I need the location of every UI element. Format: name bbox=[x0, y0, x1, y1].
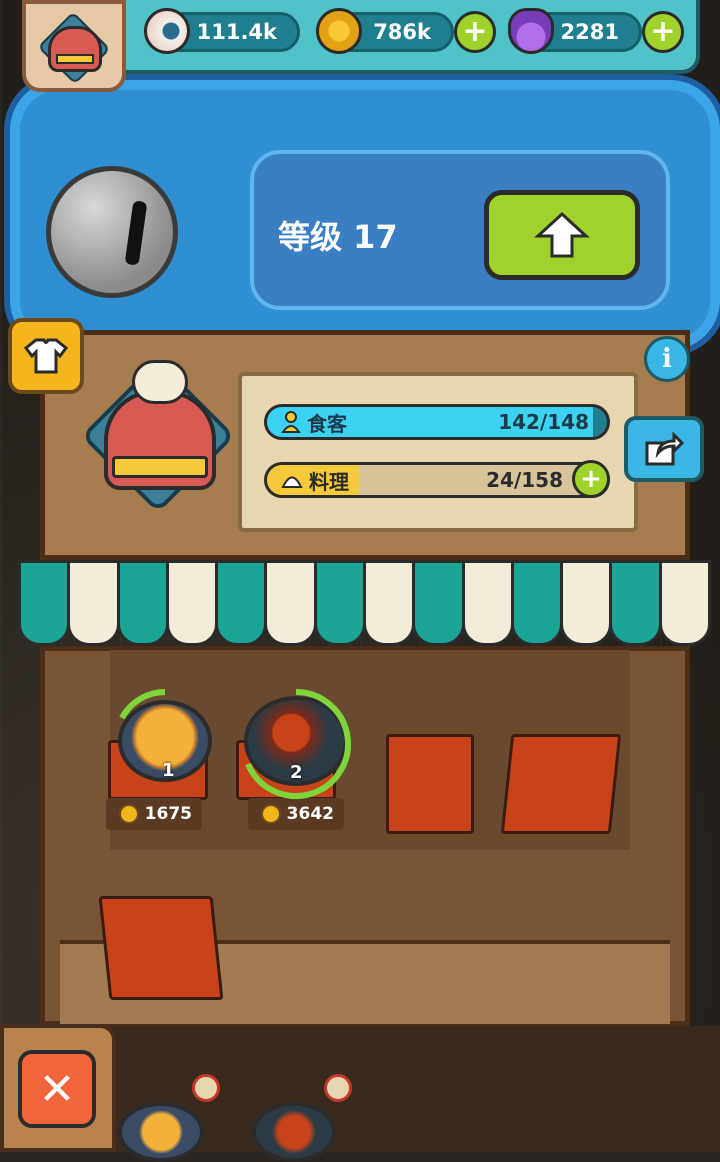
potions-value: 2281 bbox=[560, 20, 619, 44]
dish-price: 3642 bbox=[286, 804, 334, 824]
chef-hat bbox=[132, 360, 188, 404]
eyeball-icon bbox=[144, 8, 190, 54]
stats-board bbox=[238, 372, 638, 532]
outfit-button[interactable] bbox=[8, 318, 84, 394]
mirror-icon bbox=[46, 166, 178, 298]
customers-label: 食客 bbox=[307, 411, 347, 436]
customers-value: 142/148 bbox=[498, 410, 589, 434]
coin-icon bbox=[118, 804, 139, 824]
tray-dish-seafood[interactable] bbox=[252, 1102, 336, 1162]
dish-price-tag: 3642 bbox=[248, 798, 344, 830]
coins-value: 786k bbox=[373, 20, 431, 44]
eyes-value: 111.4k bbox=[196, 20, 277, 44]
tray-dish-pie[interactable] bbox=[118, 1102, 204, 1162]
coin-icon bbox=[260, 804, 281, 824]
close-button[interactable]: ✕ bbox=[18, 1050, 96, 1128]
dishes-label: 料理 bbox=[309, 469, 349, 494]
potion-icon bbox=[508, 8, 554, 54]
person-icon bbox=[281, 411, 301, 433]
info-button[interactable]: i bbox=[644, 336, 690, 382]
dish-price-tag: 1675 bbox=[106, 798, 202, 830]
dishes-bar: 料理 24/158 bbox=[264, 462, 610, 498]
shirt-icon bbox=[24, 338, 68, 374]
arrow-up-icon bbox=[534, 211, 590, 258]
empty-slot-mat[interactable] bbox=[98, 896, 224, 1000]
dish-price: 1675 bbox=[144, 804, 192, 824]
awning bbox=[18, 560, 711, 650]
plus-icon: + bbox=[650, 14, 676, 49]
dumpling-icon bbox=[281, 476, 303, 488]
add-dish-button[interactable]: + bbox=[572, 460, 610, 498]
share-button[interactable] bbox=[624, 416, 704, 482]
dish-timer-ring bbox=[245, 689, 351, 799]
chef-mouth bbox=[112, 456, 208, 478]
level-up-button[interactable] bbox=[484, 190, 640, 280]
avatar bbox=[48, 26, 102, 72]
empty-slot-mat[interactable] bbox=[386, 734, 474, 834]
share-icon bbox=[645, 431, 684, 466]
add-coins-button[interactable]: + bbox=[454, 11, 496, 53]
player-avatar-frame[interactable] bbox=[22, 0, 126, 92]
dish-timer-ring bbox=[119, 689, 166, 720]
add-potions-button[interactable]: + bbox=[642, 11, 684, 53]
level-label: 等级 17 bbox=[278, 218, 398, 256]
plus-icon: + bbox=[462, 14, 488, 49]
no-entry-icon bbox=[324, 1074, 352, 1102]
coin-icon bbox=[316, 8, 362, 54]
plus-icon: + bbox=[580, 464, 602, 494]
close-icon: ✕ bbox=[38, 1063, 76, 1115]
customers-bar: 食客 142/148 bbox=[264, 404, 610, 440]
empty-slot-mat[interactable] bbox=[500, 734, 622, 834]
no-entry-icon bbox=[192, 1074, 220, 1102]
info-icon: i bbox=[662, 344, 672, 374]
